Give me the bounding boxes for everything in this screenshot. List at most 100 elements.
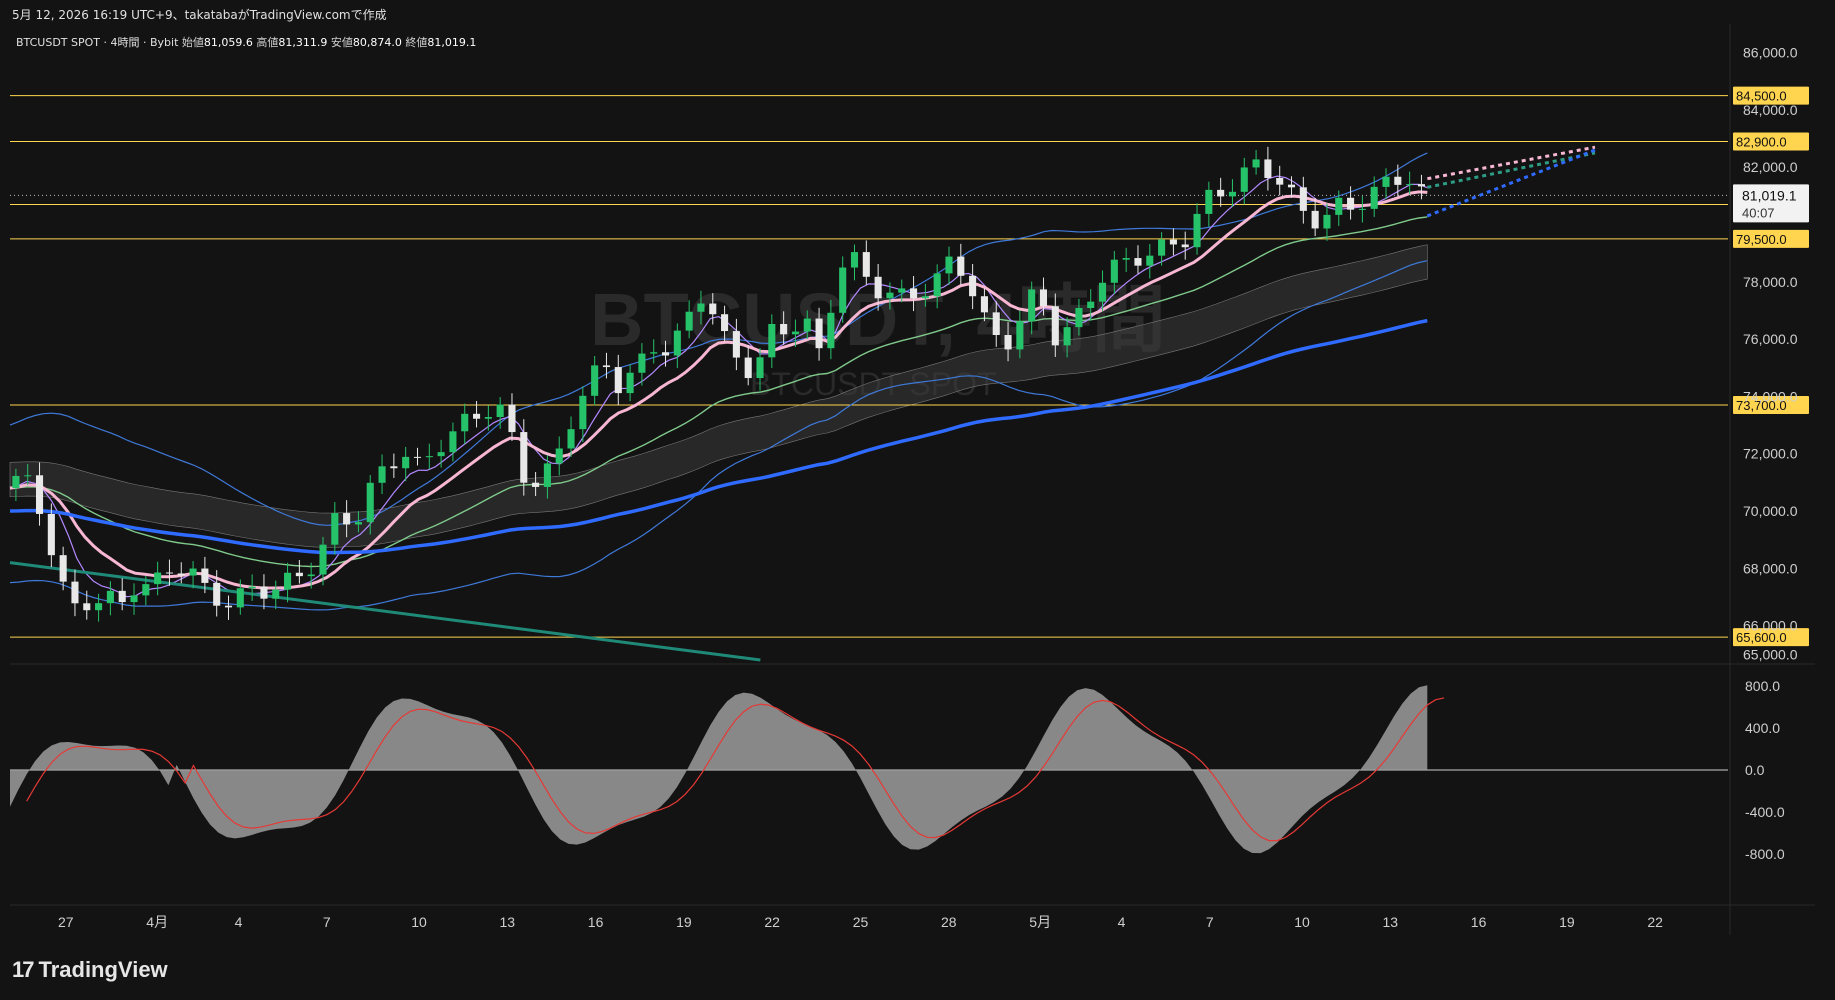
- time-tick: 7: [323, 914, 331, 930]
- candle-body: [1335, 197, 1343, 215]
- candle-body: [1087, 301, 1095, 309]
- candle-body: [83, 603, 91, 611]
- candle-body: [1240, 167, 1248, 192]
- candle-body: [177, 573, 185, 576]
- candle-body: [1347, 197, 1355, 210]
- candle-body: [47, 513, 55, 556]
- candle-body: [295, 572, 303, 577]
- candle-body: [307, 574, 315, 577]
- candle-body: [319, 544, 327, 575]
- tv-mark-icon: 17: [12, 957, 35, 982]
- candles-group: [12, 146, 1425, 622]
- price-tick: 66,000.0: [1743, 618, 1798, 634]
- candle-body: [1205, 189, 1213, 214]
- candle-body: [721, 314, 729, 332]
- candle-body: [35, 475, 44, 514]
- candle-body: [213, 582, 221, 606]
- candle-body: [1028, 289, 1036, 322]
- candle-body: [1217, 189, 1225, 197]
- candle-body: [1228, 191, 1237, 197]
- candle-body: [697, 303, 705, 312]
- candle-body: [1051, 306, 1059, 346]
- chart-frame: 5月 12, 2026 16:19 UTC+9、takatabaがTrading…: [0, 0, 1835, 1000]
- candle-body: [992, 312, 1000, 336]
- candle-body: [945, 256, 953, 274]
- candle-body: [579, 395, 587, 430]
- time-tick: 10: [1294, 914, 1310, 930]
- time-tick: 13: [1383, 914, 1399, 930]
- candle-body: [709, 303, 717, 315]
- time-tick: 4: [235, 914, 243, 930]
- time-tick: 13: [500, 914, 516, 930]
- price-tick: 74,000.0: [1743, 388, 1798, 404]
- price-tick: 76,000.0: [1743, 331, 1798, 347]
- candle-body: [1110, 259, 1118, 283]
- trendline-teal: [9, 561, 761, 662]
- candle-body: [626, 372, 634, 394]
- osc-tick: 0.0: [1745, 762, 1765, 778]
- price-tick: 78,000.0: [1743, 274, 1798, 290]
- candle-body: [437, 452, 445, 457]
- candle-body: [744, 357, 752, 379]
- candle-body: [567, 429, 575, 449]
- projection-pink: [1427, 145, 1596, 181]
- time-tick: 19: [676, 914, 692, 930]
- candle-body: [508, 404, 516, 433]
- candle-body: [756, 357, 764, 379]
- candle-body: [874, 276, 882, 299]
- candle-body: [366, 482, 374, 523]
- candle-body: [543, 463, 551, 487]
- candle-body: [921, 296, 929, 299]
- osc-tick: -400.0: [1745, 804, 1785, 820]
- candle-body: [354, 522, 362, 525]
- time-tick: 16: [588, 914, 604, 930]
- time-tick: 22: [1647, 914, 1663, 930]
- time-tick: 4: [1118, 914, 1126, 930]
- candle-body: [850, 252, 859, 268]
- time-tick: 16: [1471, 914, 1487, 930]
- candle-body: [95, 603, 103, 611]
- candle-body: [272, 589, 280, 599]
- candle-body: [1406, 184, 1414, 186]
- candle-body: [1158, 239, 1166, 256]
- chart-svg[interactable]: BTCUSDT SPOT · 4時間 · Bybit 始値81,059.6 高値…: [0, 0, 1835, 1000]
- candle-body: [1063, 327, 1071, 346]
- candle-body: [791, 331, 799, 335]
- candle-body: [638, 353, 646, 373]
- candle-body: [496, 404, 504, 418]
- candle-body: [685, 311, 693, 331]
- candle-body: [402, 456, 410, 469]
- tradingview-logo[interactable]: 17 TradingView: [12, 957, 168, 983]
- price-tick: 84,000.0: [1743, 102, 1798, 118]
- candle-body: [980, 296, 988, 313]
- candle-body: [236, 588, 244, 608]
- candle-body: [815, 318, 823, 349]
- candle-body: [59, 555, 67, 582]
- candle-body: [1299, 187, 1307, 211]
- candle-body: [1039, 289, 1048, 307]
- price-tick: 86,000.0: [1743, 45, 1798, 61]
- candle-body: [1276, 177, 1284, 185]
- candle-body: [1134, 258, 1142, 266]
- candle-body: [106, 590, 114, 604]
- candle-body: [154, 572, 162, 585]
- candle-body: [1323, 214, 1331, 229]
- candle-body: [827, 312, 835, 349]
- candle-body: [1311, 210, 1319, 229]
- candle-body: [520, 432, 528, 483]
- candle-body: [1287, 184, 1296, 188]
- price-tick: 65,000.0: [1743, 646, 1798, 662]
- price-tick: 82,000.0: [1743, 159, 1798, 175]
- candle-body: [378, 466, 386, 483]
- candle-body: [732, 331, 740, 358]
- candle-body: [224, 605, 233, 608]
- time-tick: 28: [941, 914, 957, 930]
- osc-tick: -800.0: [1745, 846, 1785, 862]
- candle-body: [201, 568, 209, 583]
- candle-body: [331, 513, 339, 545]
- candle-body: [142, 584, 150, 596]
- candle-body: [886, 292, 894, 299]
- time-tick: 4月: [146, 914, 168, 930]
- candle-body: [1417, 184, 1425, 187]
- candle-body: [532, 482, 540, 487]
